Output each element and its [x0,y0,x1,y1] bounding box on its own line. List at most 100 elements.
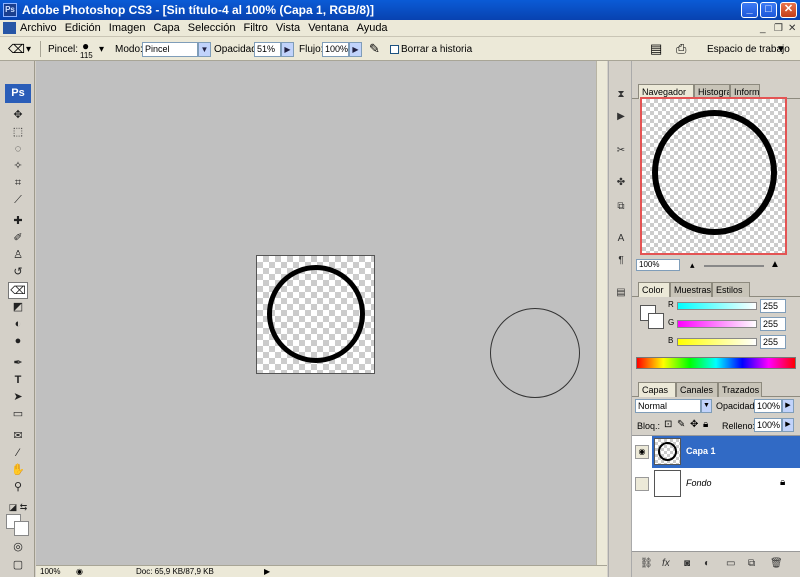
status-menu-arrow[interactable]: ▶ [264,567,270,576]
tool-preset-arrow[interactable]: ▾ [26,44,31,55]
menu-filtro[interactable]: Filtro [243,22,267,34]
flow-slider-arrow[interactable]: ▶ [349,42,362,57]
layer-row-fondo[interactable]: Fondo 🔒︎ [652,468,800,500]
clone-source-icon[interactable]: ⧉ [612,199,630,215]
status-zoom[interactable]: 100% [40,567,60,576]
status-icon[interactable]: ◉ [76,567,83,576]
paragraph-panel-icon[interactable]: ¶ [612,253,630,269]
palette-well-icon[interactable]: ▤ [650,41,662,57]
blend-mode-select[interactable]: Normal [635,399,701,413]
tab-color[interactable]: Color [638,282,670,297]
layer-mask-icon[interactable]: ◙ [684,558,690,569]
opacity-input[interactable]: 51% [254,42,281,57]
maximize-button[interactable]: □ [760,2,777,18]
doc-minimize-button[interactable]: _ [760,23,766,34]
flow-input[interactable]: 100% [322,42,349,57]
mode-select[interactable]: Pincel [142,42,198,57]
delete-layer-icon[interactable]: 🗑︎ [770,558,783,569]
zoom-tool-icon[interactable]: ⚲ [8,479,28,496]
lasso-tool-icon[interactable]: ◌ [8,141,28,158]
r-value[interactable]: 255 [760,299,786,313]
fx-icon[interactable]: fx [662,558,670,569]
character-panel-icon[interactable]: A [612,231,630,247]
zoom-out-icon[interactable]: ▴ [690,260,695,271]
screen-mode-icon[interactable]: ▢ [8,557,28,574]
menu-imagen[interactable]: Imagen [109,22,146,34]
eraser-icon[interactable]: ⌫ [8,42,25,56]
history-panel-icon[interactable]: ⧗ [612,87,630,103]
opacity-slider-arrow[interactable]: ▶ [281,42,294,57]
paint-bucket-icon[interactable]: ◩ [8,299,28,316]
doc-restore-button[interactable]: ❐ [774,23,783,34]
blur-tool-icon[interactable]: ◐ [8,316,28,333]
b-value[interactable]: 255 [760,335,786,349]
clone-stamp-icon[interactable]: ♙ [8,247,28,264]
g-value[interactable]: 255 [760,317,786,331]
brush-tool-icon[interactable]: ✐ [8,230,28,247]
fill-input[interactable]: 100% [754,418,782,432]
link-layers-icon[interactable]: ⛓ [640,558,653,569]
slice-tool-icon[interactable]: ⟋ [8,192,28,209]
lock-position-icon[interactable]: ✥ [690,419,698,430]
notes-tool-icon[interactable]: ✉ [8,428,28,445]
menu-seleccion[interactable]: Selección [188,22,236,34]
quick-mask-icon[interactable]: ◎ [8,539,28,556]
pen-tool-icon[interactable]: ✒ [8,355,28,372]
b-slider[interactable] [677,338,757,346]
tab-styles[interactable]: Estilos [712,282,750,297]
dodge-tool-icon[interactable]: ● [8,333,28,350]
shape-tool-icon[interactable]: ▭ [8,406,28,423]
color-bg-swatch[interactable] [648,313,664,329]
new-group-icon[interactable]: ▭ [726,558,735,569]
crop-tool-icon[interactable]: ⌗ [8,175,28,192]
brushes-panel-icon[interactable]: ✤ [612,175,630,191]
minimize-button[interactable]: _ [741,2,758,18]
zoom-in-icon[interactable]: ▲ [770,259,780,270]
path-selection-icon[interactable]: ➤ [8,389,28,406]
type-tool-icon[interactable]: T [8,372,28,389]
layer-opacity-input[interactable]: 100% [754,399,782,413]
brush-picker-arrow[interactable]: ▾ [99,44,104,55]
erase-history-checkbox[interactable] [390,45,399,54]
lock-transparency-icon[interactable]: ⊡ [664,419,672,430]
airbrush-icon[interactable]: ✎ [369,41,380,57]
marquee-tool-icon[interactable]: ⬚ [8,124,28,141]
lock-pixels-icon[interactable]: ✎ [677,419,685,430]
menu-capa[interactable]: Capa [153,22,179,34]
g-slider[interactable] [677,320,757,328]
healing-brush-icon[interactable]: ✚ [8,213,28,230]
mode-dropdown-arrow[interactable]: ▼ [198,42,211,57]
tool-presets-icon[interactable]: ✂ [612,143,630,159]
navigator-preview[interactable] [640,97,787,255]
tab-swatches[interactable]: Muestras [670,282,712,297]
layer-row-capa1[interactable]: Capa 1 [652,436,800,468]
menu-ayuda[interactable]: Ayuda [357,22,388,34]
doc-close-button[interactable]: ✕ [788,23,796,34]
workspace-arrow[interactable]: ▼ [776,44,786,55]
blend-mode-arrow[interactable]: ▼ [701,399,712,413]
lock-all-icon[interactable]: 🔒︎ [703,419,708,430]
layer-comps-icon[interactable]: ▤ [612,285,630,301]
new-layer-icon[interactable]: ⧉ [748,558,755,569]
menu-archivo[interactable]: Archivo [20,22,57,34]
toolbox-logo[interactable]: Ps [5,84,31,103]
navigator-zoom-slider[interactable] [704,265,764,267]
background-color-swatch[interactable] [14,521,29,536]
hand-tool-icon[interactable]: ✋ [8,462,28,479]
visibility-eye-empty[interactable] [635,477,649,491]
navigator-zoom-input[interactable]: 100% [636,259,680,271]
adjustment-layer-icon[interactable]: ◐ [704,558,710,569]
close-button[interactable]: ✕ [780,2,797,18]
tab-channels[interactable]: Canales [676,382,718,397]
fill-arrow[interactable]: ▶ [782,418,794,432]
color-spectrum-bar[interactable] [636,357,796,369]
tab-layers[interactable]: Capas [638,382,676,397]
menu-edicion[interactable]: Edición [65,22,101,34]
tab-paths[interactable]: Trazados [718,382,762,397]
magic-wand-tool-icon[interactable]: ✧ [8,158,28,175]
document-canvas[interactable] [256,255,375,374]
menu-ventana[interactable]: Ventana [308,22,348,34]
bridge-icon[interactable]: ⎙ [676,41,686,57]
actions-panel-icon[interactable]: ▶ [612,109,630,125]
visibility-eye-icon[interactable]: ◉ [635,445,649,459]
